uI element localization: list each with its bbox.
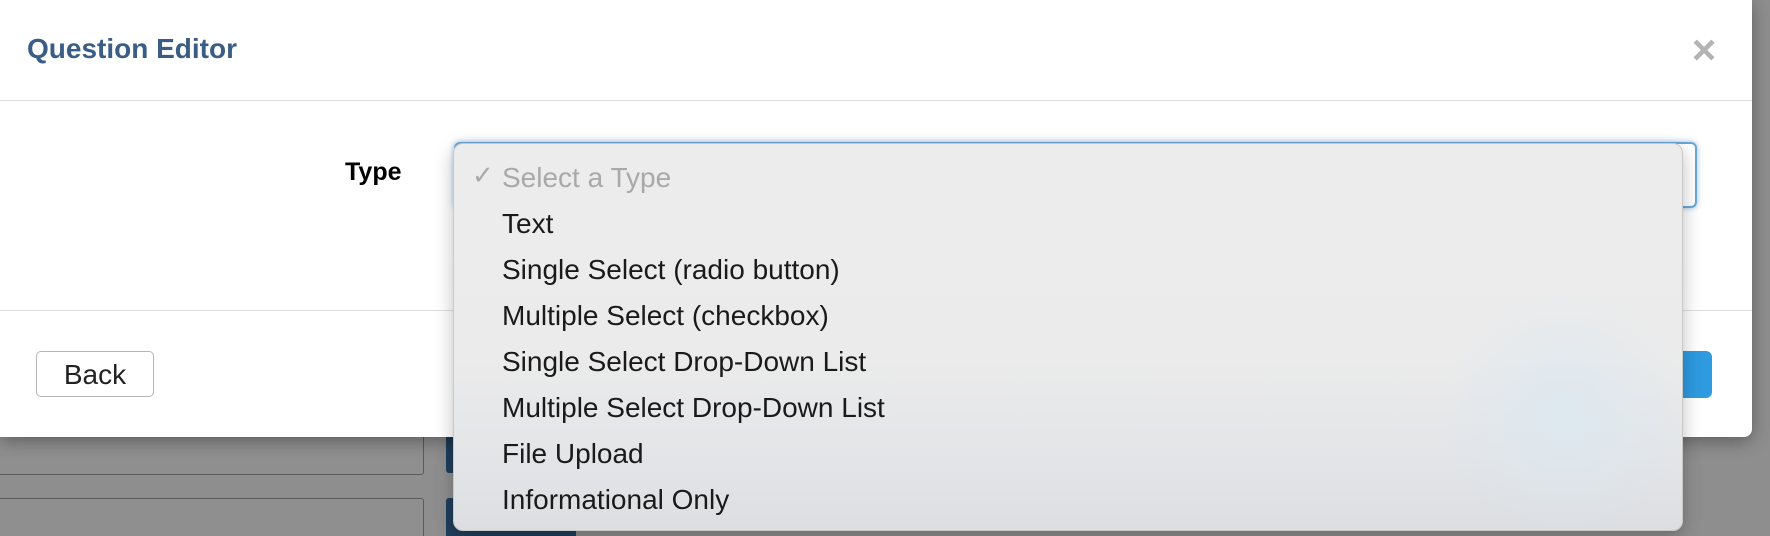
background-input <box>0 498 424 536</box>
dropdown-glow <box>1434 294 1682 530</box>
modal-header: Question Editor × <box>0 0 1752 101</box>
dropdown-option-placeholder: Select a Type <box>502 162 672 193</box>
dropdown-option-file-upload[interactable]: File Upload <box>502 438 644 470</box>
close-icon[interactable]: × <box>1684 22 1724 78</box>
background-input <box>0 433 424 475</box>
type-dropdown-list: ✓ Select a Type Text Single Select (radi… <box>453 143 1683 531</box>
dropdown-option-multiple-select-dropdown[interactable]: Multiple Select Drop-Down List <box>502 392 885 424</box>
dropdown-option-single-select-dropdown[interactable]: Single Select Drop-Down List <box>502 346 866 378</box>
dropdown-option-text[interactable]: Text <box>502 208 553 240</box>
modal-title: Question Editor <box>27 33 237 64</box>
dropdown-option-single-select-radio[interactable]: Single Select (radio button) <box>502 254 840 286</box>
checkmark-icon: ✓ <box>472 160 494 190</box>
dropdown-option-multiple-select-checkbox[interactable]: Multiple Select (checkbox) <box>502 300 829 332</box>
back-button[interactable]: Back <box>36 351 154 397</box>
type-label: Type <box>345 158 402 186</box>
dropdown-option-informational-only[interactable]: Informational Only <box>502 484 729 516</box>
